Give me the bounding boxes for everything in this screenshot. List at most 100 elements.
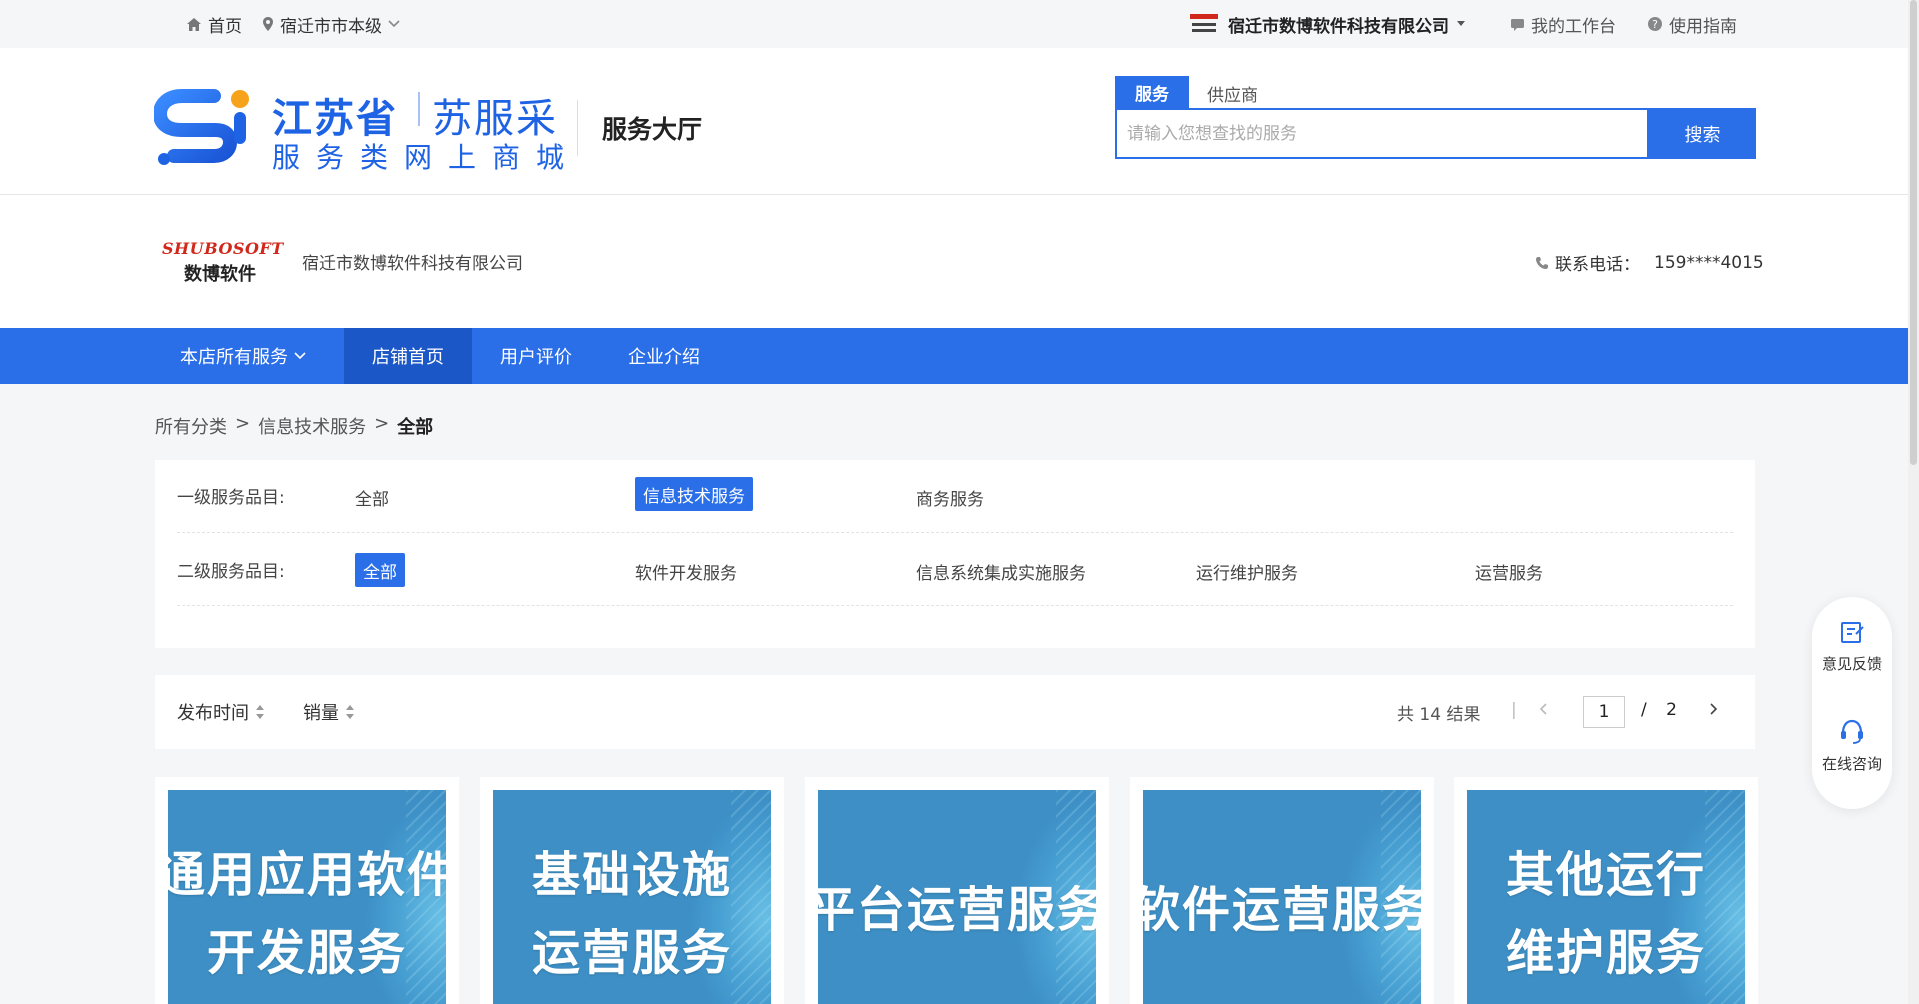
service-card[interactable]: 通用应用软件 开发服务 — [155, 777, 459, 1004]
phone-label: 联系电话： — [1555, 255, 1640, 275]
service-card-title-line1: 平台运营服务 — [818, 882, 1096, 938]
service-card[interactable]: 软件运营服务 — [1130, 777, 1434, 1004]
pager-separator: | — [1511, 700, 1517, 720]
shop-logo[interactable]: SHUBOSOFT 数博软件 — [162, 239, 284, 286]
nav-user-reviews[interactable]: 用户评价 — [472, 328, 600, 384]
guide-link[interactable]: ? 使用指南 — [1647, 12, 1737, 37]
workbench-label: 我的工作台 — [1531, 16, 1616, 37]
level1-option-it-services[interactable]: 信息技术服务 — [635, 477, 753, 511]
breadcrumb-current: 全部 — [397, 417, 434, 438]
level2-option-operation-services[interactable]: 运营服务 — [1467, 554, 1551, 588]
service-card-title-line1: 其他运行 — [1505, 847, 1706, 903]
filter-divider — [177, 532, 1733, 533]
service-card-title-line2: 开发服务 — [206, 925, 407, 981]
location-selector[interactable]: 宿迁市市本级 — [262, 12, 400, 37]
service-card[interactable]: 平台运营服务 — [805, 777, 1109, 1004]
nav-shop-home[interactable]: 店铺首页 — [344, 328, 472, 384]
nav-company-intro[interactable]: 企业介绍 — [600, 328, 728, 384]
search-tab-service[interactable]: 服务 — [1115, 76, 1189, 108]
service-card-title-line2: 维护服务 — [1505, 925, 1706, 981]
shop-logo-en: SHUBOSOFT — [162, 239, 284, 258]
page-total-count: 2 — [1666, 700, 1677, 720]
service-card-image[interactable]: 平台运营服务 — [818, 790, 1096, 1004]
shop-info-bar: SHUBOSOFT 数博软件 宿迁市数博软件科技有限公司 联系电话： 159**… — [0, 195, 1908, 328]
level2-option-operation-maintenance[interactable]: 运行维护服务 — [1188, 554, 1306, 588]
result-count: 共 14 结果 — [1397, 705, 1481, 725]
search-button[interactable]: 搜索 — [1649, 108, 1756, 159]
home-link[interactable]: 首页 — [186, 12, 242, 37]
service-card-title-line1: 通用应用软件 — [168, 847, 446, 903]
consult-label: 在线咨询 — [1821, 755, 1882, 773]
feedback-label: 意见反馈 — [1821, 655, 1882, 673]
logo-subtitle: 服务类网上商城 — [272, 141, 581, 174]
help-icon: ? — [1647, 16, 1663, 32]
shop-nav: 本店所有服务 店铺首页 用户评价 企业介绍 — [0, 328, 1908, 384]
service-card-image[interactable]: 基础设施 运营服务 — [493, 790, 771, 1004]
page-scrollbar-thumb[interactable] — [1910, 0, 1917, 465]
headset-icon — [1838, 717, 1866, 745]
sort-sales-label: 销量 — [303, 703, 339, 724]
page-total-separator: / — [1641, 700, 1647, 720]
svg-text:?: ? — [1652, 18, 1658, 31]
location-label: 宿迁市市本级 — [280, 16, 382, 37]
shop-phone: 联系电话： 159****4015 — [1535, 250, 1764, 275]
sort-arrows-icon — [255, 703, 265, 721]
service-card-image[interactable]: 通用应用软件 开发服务 — [168, 790, 446, 1004]
feedback-button[interactable]: 意见反馈 — [1812, 619, 1892, 674]
service-card[interactable]: 其他运行 维护服务 — [1454, 777, 1758, 1004]
service-card-image[interactable]: 软件运营服务 — [1143, 790, 1421, 1004]
breadcrumb-all-categories[interactable]: 所有分类 — [155, 413, 227, 439]
sort-bar: 发布时间 销量 共 14 结果 | 1 / 2 — [155, 675, 1755, 749]
chevron-down-icon — [388, 20, 400, 28]
breadcrumb-separator: > — [235, 413, 251, 434]
level2-label: 二级服务品目: — [177, 562, 285, 582]
company-logo-icon — [1188, 10, 1220, 38]
company-menu[interactable]: 宿迁市数博软件科技有限公司 — [1188, 10, 1465, 38]
level2-option-software-dev[interactable]: 软件开发服务 — [627, 554, 745, 588]
level2-option-all[interactable]: 全部 — [355, 553, 405, 587]
page-number-input[interactable]: 1 — [1583, 696, 1625, 728]
phone-number: 159****4015 — [1654, 252, 1764, 273]
chevron-down-icon — [294, 352, 306, 360]
level1-option-business-services[interactable]: 商务服务 — [908, 480, 992, 514]
phone-icon — [1535, 256, 1549, 270]
sort-arrows-icon — [345, 703, 355, 721]
prev-page-icon[interactable] — [1539, 701, 1549, 717]
sort-publish-time-label: 发布时间 — [177, 703, 249, 724]
guide-label: 使用指南 — [1669, 16, 1737, 37]
top-utility-bar: 首页 宿迁市市本级 宿迁市数博软件科技有限公司 我的工作台 ? 使用指南 — [0, 0, 1908, 48]
sort-publish-time[interactable]: 发布时间 — [177, 699, 265, 725]
service-card-title-line1: 软件运营服务 — [1143, 882, 1421, 938]
header-divider — [577, 100, 578, 156]
breadcrumb-it-services[interactable]: 信息技术服务 — [258, 413, 366, 439]
sort-sales[interactable]: 销量 — [303, 699, 355, 725]
edit-icon — [1839, 619, 1865, 645]
nav-all-services[interactable]: 本店所有服务 — [157, 328, 329, 384]
breadcrumb-separator: > — [374, 413, 390, 434]
home-icon — [186, 17, 202, 32]
search-box — [1115, 108, 1649, 159]
breadcrumb: 所有分类 > 信息技术服务 > 全部 — [155, 413, 433, 439]
search-tab-supplier[interactable]: 供应商 — [1207, 78, 1258, 108]
shop-logo-cn: 数博软件 — [184, 264, 256, 285]
service-card-image[interactable]: 其他运行 维护服务 — [1467, 790, 1745, 1004]
online-consult-button[interactable]: 在线咨询 — [1812, 717, 1892, 774]
category-filter-panel: 一级服务品目: 全部 信息技术服务 商务服务 二级服务品目: 全部 软件开发服务… — [155, 460, 1755, 648]
logo-separator — [418, 92, 420, 126]
service-hall-title: 服务大厅 — [602, 115, 703, 144]
workbench-link[interactable]: 我的工作台 — [1510, 12, 1616, 37]
level2-option-system-integration[interactable]: 信息系统集成实施服务 — [908, 554, 1094, 588]
page-total: / 2 — [1641, 700, 1677, 720]
service-card-title-line2: 运营服务 — [531, 925, 732, 981]
search-input[interactable] — [1117, 110, 1647, 157]
level1-option-all[interactable]: 全部 — [347, 480, 397, 514]
company-name: 宿迁市数博软件科技有限公司 — [1228, 16, 1449, 37]
nav-all-services-label: 本店所有服务 — [180, 347, 288, 368]
site-logo-icon[interactable] — [154, 86, 256, 170]
service-card[interactable]: 基础设施 运营服务 — [480, 777, 784, 1004]
chat-icon — [1510, 18, 1525, 31]
service-card-title-line1: 基础设施 — [531, 847, 732, 903]
caret-down-icon — [1457, 21, 1465, 27]
next-page-icon[interactable] — [1708, 701, 1718, 717]
shop-name: 宿迁市数博软件科技有限公司 — [302, 254, 523, 274]
